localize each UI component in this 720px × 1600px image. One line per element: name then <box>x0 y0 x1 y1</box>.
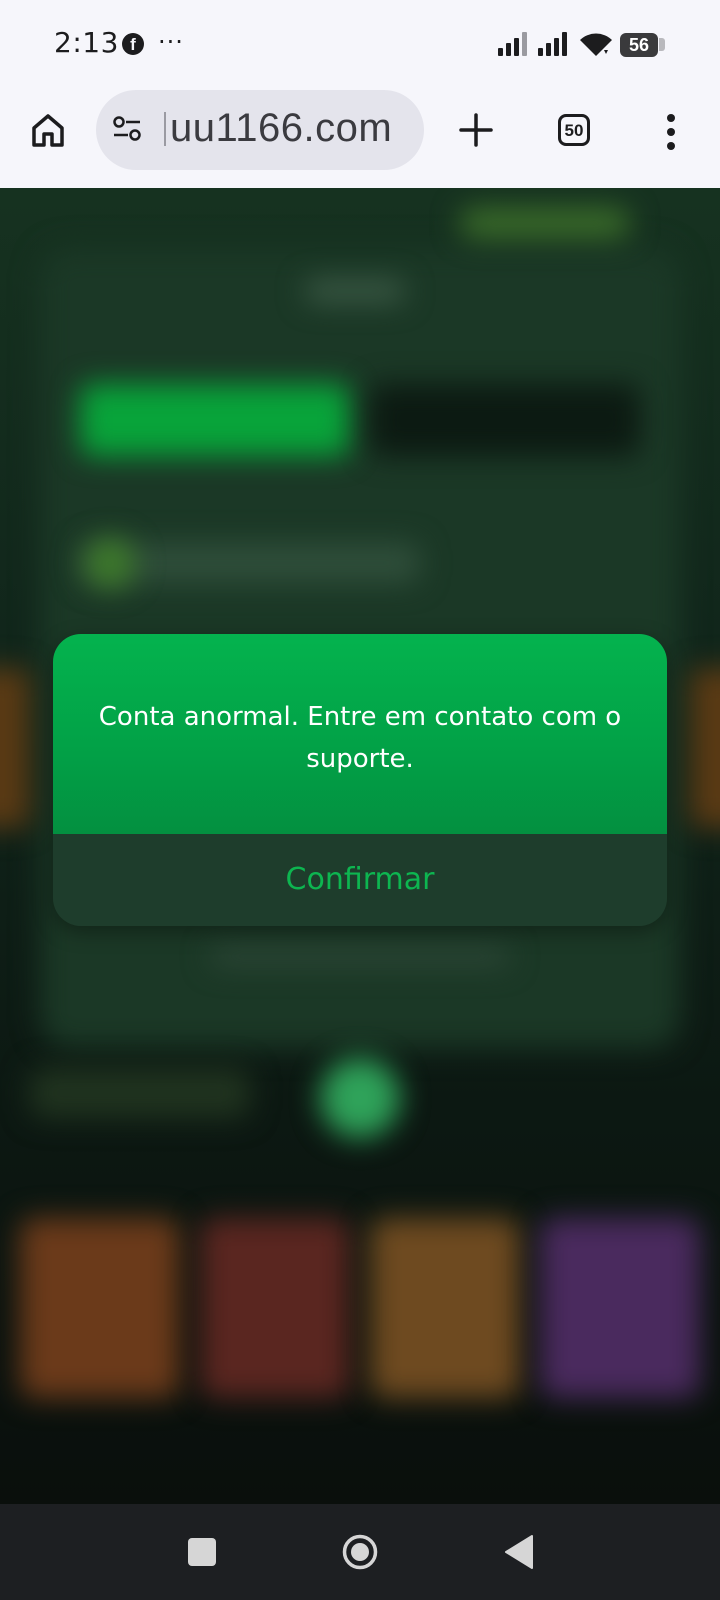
blurred-side-left <box>0 668 30 828</box>
alert-dialog-footer: Confirmar <box>53 834 667 926</box>
cell-signal-2-icon <box>538 32 567 56</box>
facebook-notification-icon: f <box>122 33 144 55</box>
blurred-game-thumb-3 <box>370 1218 520 1398</box>
blurred-game-thumb-4 <box>540 1218 700 1398</box>
confirm-button[interactable]: Confirmar <box>53 834 667 926</box>
back-icon[interactable] <box>504 1534 534 1570</box>
status-bar: 2:13 f ··· 56 <box>0 0 720 88</box>
alert-dialog-body: Conta anormal. Entre em contato com o su… <box>53 634 667 834</box>
url-display[interactable]: uu1166.com <box>164 106 392 151</box>
status-time: 2:13 <box>54 26 119 59</box>
blurred-game-thumb-2 <box>200 1218 350 1398</box>
more-menu-icon[interactable] <box>660 112 682 152</box>
text-cursor <box>164 112 166 146</box>
blurred-header-bar <box>460 208 630 238</box>
blurred-green-dot <box>85 538 135 588</box>
home-icon[interactable] <box>28 110 68 150</box>
browser-toolbar: uu1166.com 50 <box>0 88 720 188</box>
blurred-circle-button <box>320 1058 400 1138</box>
new-tab-icon[interactable] <box>458 112 494 148</box>
battery-icon: 56 <box>620 33 658 57</box>
alert-message: Conta anormal. Entre em contato com o su… <box>98 702 622 774</box>
phone-screen: 2:13 f ··· 56 uu1166.com 50 Conta anorma… <box>0 0 720 1600</box>
wifi-icon <box>580 33 612 56</box>
blurred-button-left <box>30 1068 250 1118</box>
tab-switcher-button[interactable]: 50 <box>558 114 590 146</box>
blurred-footer-text <box>210 946 510 966</box>
battery-tip <box>659 38 665 51</box>
recent-apps-icon[interactable] <box>188 1538 216 1566</box>
blurred-title <box>305 280 405 302</box>
blurred-green-tab <box>80 384 350 456</box>
blurred-dark-tab <box>370 384 640 456</box>
more-notifications-icon: ··· <box>158 28 184 56</box>
nav-home-icon[interactable] <box>342 1534 378 1570</box>
site-settings-icon[interactable] <box>112 114 142 144</box>
system-navigation-bar <box>0 1504 720 1600</box>
blurred-game-thumb-1 <box>20 1218 180 1398</box>
address-bar[interactable]: uu1166.com <box>96 90 424 170</box>
alert-dialog: Conta anormal. Entre em contato com o su… <box>53 634 667 926</box>
url-text: uu1166.com <box>170 106 393 150</box>
blurred-side-right <box>690 668 720 828</box>
cell-signal-icon <box>498 32 527 56</box>
